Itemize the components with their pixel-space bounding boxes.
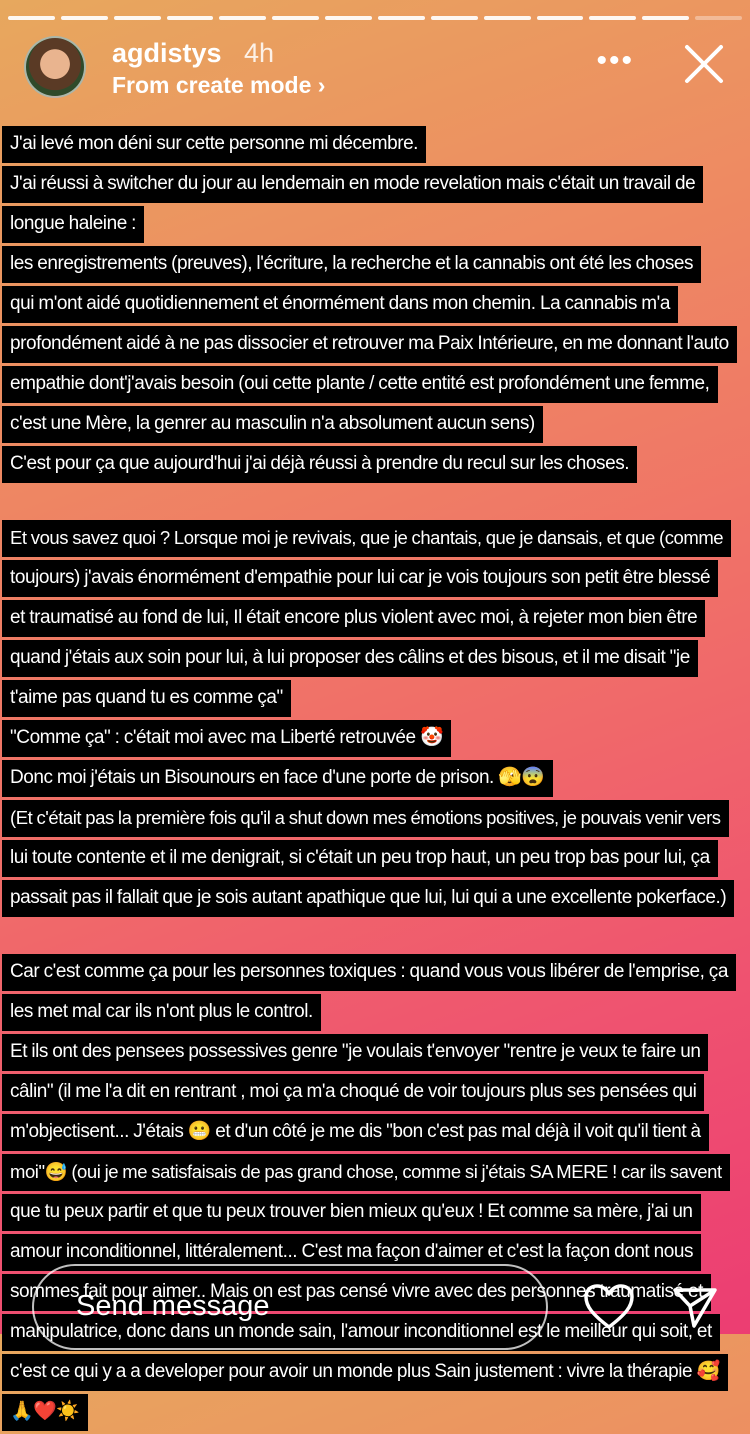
story-text-line: Donc moi j'étais un Bisounours en face d…	[2, 760, 553, 797]
story-header: agdistys 4h From create mode › •••	[24, 36, 726, 100]
send-icon[interactable]	[672, 1284, 718, 1330]
progress-segment	[166, 16, 214, 20]
story-text-line-wrapper: les enregistrements (preuves), l'écritur…	[2, 246, 748, 283]
story-text-line-wrapper: passait pas il fallait que je sois autan…	[2, 880, 748, 917]
story-text-line-wrapper: (Et c'était pas la première fois qu'il a…	[2, 800, 748, 837]
story-text-line: Et ils ont des pensees possessives genre…	[2, 1034, 709, 1071]
story-text-line: longue haleine :	[2, 206, 144, 243]
progress-segment	[589, 16, 637, 20]
story-text-line: (Et c'était pas la première fois qu'il a…	[2, 800, 729, 837]
story-text-line: les enregistrements (preuves), l'écritur…	[2, 246, 702, 283]
story-progress-bar	[8, 16, 743, 20]
story-text-line-wrapper: 🙏❤️☀️	[2, 1394, 748, 1431]
story-text-line: empathie dont'j'avais besoin (oui cette …	[2, 366, 718, 403]
progress-segment	[430, 16, 478, 20]
avatar[interactable]	[24, 36, 86, 98]
progress-segment	[272, 16, 320, 20]
story-text-line-wrapper: toujours) j'avais énormément d'empathie …	[2, 560, 748, 597]
progress-segment	[536, 16, 584, 20]
story-text-line-wrapper: profondément aidé à ne pas dissocier et …	[2, 326, 748, 363]
heart-icon[interactable]	[584, 1284, 634, 1330]
story-text-line-wrapper: Et vous savez quoi ? Lorsque moi je revi…	[2, 520, 748, 557]
progress-segment	[219, 16, 267, 20]
story-text-line-wrapper: t'aime pas quand tu es comme ça"	[2, 680, 748, 717]
story-text-line-wrapper: c'est une Mère, la genrer au masculin n'…	[2, 406, 748, 443]
progress-segment	[378, 16, 425, 20]
story-text-line: câlin" (il me l'a dit en rentrant , moi …	[2, 1074, 705, 1111]
create-mode-link[interactable]: From create mode ›	[112, 72, 325, 99]
story-text-line-wrapper: quand j'étais aux soin pour lui, à lui p…	[2, 640, 748, 677]
story-text-line-wrapper: lui toute contente et il me denigrait, s…	[2, 840, 748, 877]
story-text-line-wrapper: Et ils ont des pensees possessives genre…	[2, 1034, 748, 1071]
username[interactable]: agdistys	[112, 38, 222, 69]
story-text-line: C'est pour ça que aujourd'hui j'ai déjà …	[2, 446, 638, 483]
progress-segment	[325, 16, 373, 20]
story-text-line-wrapper: longue haleine :	[2, 206, 748, 243]
story-text-line: Et vous savez quoi ? Lorsque moi je revi…	[2, 520, 732, 557]
story-text-line: qui m'ont aidé quotidiennement et énormé…	[2, 286, 678, 323]
story-text-line: passait pas il fallait que je sois autan…	[2, 880, 735, 917]
story-text-line: toujours) j'avais énormément d'empathie …	[2, 560, 719, 597]
story-text-line: lui toute contente et il me denigrait, s…	[2, 840, 718, 877]
more-icon[interactable]: •••	[596, 46, 634, 76]
story-text-line-wrapper: m'objectisent... J'étais 😬 et d'un côté …	[2, 1114, 748, 1151]
story-text-line: quand j'étais aux soin pour lui, à lui p…	[2, 640, 698, 677]
story-text-line: Car c'est comme ça pour les personnes to…	[2, 954, 736, 991]
story-text-line-wrapper: et traumatisé au fond de lui, Il était e…	[2, 600, 748, 637]
story-text-line: J'ai levé mon déni sur cette personne mi…	[2, 126, 427, 163]
story-text-line-wrapper: les met mal car ils n'ont plus le contro…	[2, 994, 748, 1031]
story-text-line: c'est ce qui y a a developer pour avoir …	[2, 1354, 728, 1391]
message-placeholder: Send message	[76, 1290, 270, 1322]
progress-segment	[642, 16, 690, 20]
post-time: 4h	[244, 38, 275, 68]
story-text-line-wrapper: câlin" (il me l'a dit en rentrant , moi …	[2, 1074, 748, 1111]
story-text-line-wrapper: J'ai levé mon déni sur cette personne mi…	[2, 126, 748, 163]
progress-segment	[695, 16, 743, 20]
story-text-line: c'est une Mère, la genrer au masculin n'…	[2, 406, 543, 443]
story-text-line-wrapper: "Comme ça" : c'était moi avec ma Liberté…	[2, 720, 748, 757]
story-text-line: "Comme ça" : c'était moi avec ma Liberté…	[2, 720, 452, 757]
progress-segment	[483, 16, 531, 20]
story-text-line-wrapper: qui m'ont aidé quotidiennement et énormé…	[2, 286, 748, 323]
close-icon[interactable]	[682, 42, 726, 86]
story-text-line: t'aime pas quand tu es comme ça"	[2, 680, 291, 717]
story-text-line: les met mal car ils n'ont plus le contro…	[2, 994, 321, 1031]
story-text-line-wrapper: empathie dont'j'avais besoin (oui cette …	[2, 366, 748, 403]
story-text-line-wrapper: J'ai réussi à switcher du jour au lendem…	[2, 166, 748, 203]
progress-segment	[113, 16, 161, 20]
story-footer: Send message	[0, 1184, 750, 1350]
story-text-line-wrapper: Car c'est comme ça pour les personnes to…	[2, 954, 748, 991]
story-text-line: m'objectisent... J'étais 😬 et d'un côté …	[2, 1114, 709, 1151]
story-text-line-wrapper: Donc moi j'étais un Bisounours en face d…	[2, 760, 748, 797]
story-text-line: 🙏❤️☀️	[2, 1394, 88, 1431]
story-text-line: et traumatisé au fond de lui, Il était e…	[2, 600, 706, 637]
story-text-line: J'ai réussi à switcher du jour au lendem…	[2, 166, 704, 203]
progress-segment	[8, 16, 55, 20]
story-text-line-wrapper: c'est ce qui y a a developer pour avoir …	[2, 1354, 748, 1391]
progress-segment	[60, 16, 108, 20]
message-input[interactable]: Send message	[32, 1264, 548, 1350]
story-text-line-wrapper: C'est pour ça que aujourd'hui j'ai déjà …	[2, 446, 748, 483]
story-text-line: profondément aidé à ne pas dissocier et …	[2, 326, 737, 363]
